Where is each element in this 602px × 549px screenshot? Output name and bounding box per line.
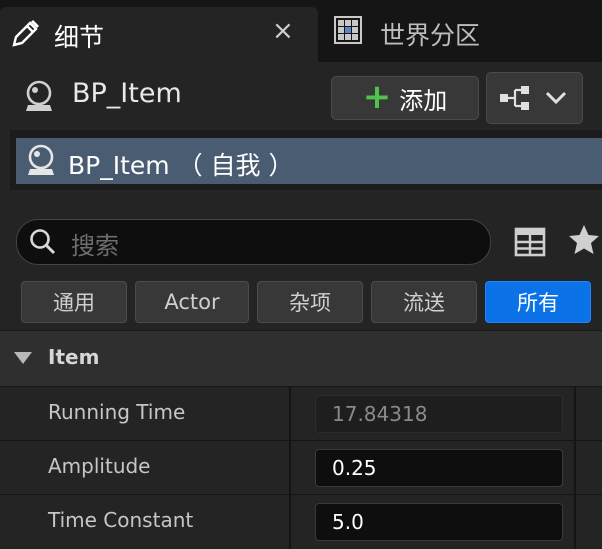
plus-icon: + — [362, 76, 392, 117]
details-toolbar: 搜索 通用 Actor 杂项 流送 所有 — [0, 200, 602, 330]
actor-sphere-icon — [26, 80, 52, 111]
filter-misc[interactable]: 杂项 — [257, 281, 363, 323]
chevron-down-icon — [545, 91, 567, 105]
pencil-icon — [12, 19, 40, 47]
column-divider[interactable] — [289, 441, 291, 495]
filter-general[interactable]: 通用 — [21, 281, 127, 323]
filter-actor[interactable]: Actor — [135, 281, 249, 323]
property-row-running-time: Running Time 17.84318 — [0, 386, 602, 441]
filter-streaming[interactable]: 流送 — [371, 281, 477, 323]
running-time-field: 17.84318 — [315, 395, 563, 433]
amplitude-field[interactable]: 0.25 — [315, 449, 563, 487]
time-constant-field[interactable]: 5.0 — [315, 503, 563, 541]
column-divider[interactable] — [289, 387, 291, 441]
property-name: Amplitude — [48, 454, 151, 478]
star-icon[interactable] — [566, 222, 602, 258]
blueprint-button[interactable] — [486, 72, 583, 124]
actor-sphere-icon — [28, 144, 54, 175]
column-divider — [574, 495, 576, 549]
actor-header: BP_Item + 添加 BP_Item （ 自我 ） — [0, 62, 602, 200]
property-row-amplitude: Amplitude 0.25 — [0, 440, 602, 495]
collapse-triangle-icon[interactable] — [14, 352, 32, 364]
actor-name: BP_Item — [72, 78, 182, 109]
category-header-item[interactable]: Item — [0, 331, 602, 386]
add-button-label: 添加 — [399, 86, 448, 115]
blueprint-icon — [500, 86, 529, 110]
property-name: Time Constant — [48, 508, 194, 532]
filter-all[interactable]: 所有 — [485, 281, 591, 323]
column-divider[interactable] — [289, 495, 291, 549]
table-view-icon[interactable] — [513, 225, 547, 259]
column-divider — [574, 441, 576, 495]
close-icon[interactable]: × — [272, 16, 294, 46]
search-icon — [30, 229, 56, 255]
search-placeholder: 搜索 — [71, 232, 119, 260]
component-label: BP_Item （ 自我 ） — [68, 151, 294, 180]
tab-details[interactable]: 细节 × — [0, 7, 318, 62]
category-label: Item — [48, 345, 100, 369]
property-name: Running Time — [48, 400, 186, 424]
add-component-button[interactable]: + 添加 — [331, 76, 479, 120]
component-row-self[interactable]: BP_Item （ 自我 ） — [16, 138, 602, 184]
component-tree: BP_Item （ 自我 ） — [10, 130, 602, 190]
column-divider — [574, 387, 576, 441]
world-partition-icon — [334, 16, 362, 44]
tab-world-partition-label: 世界分区 — [380, 21, 481, 50]
property-row-time-constant: Time Constant 5.0 — [0, 494, 602, 549]
tab-world-partition[interactable]: 世界分区 — [320, 7, 602, 62]
search-input[interactable]: 搜索 — [16, 219, 491, 265]
tab-details-label: 细节 — [54, 23, 105, 52]
